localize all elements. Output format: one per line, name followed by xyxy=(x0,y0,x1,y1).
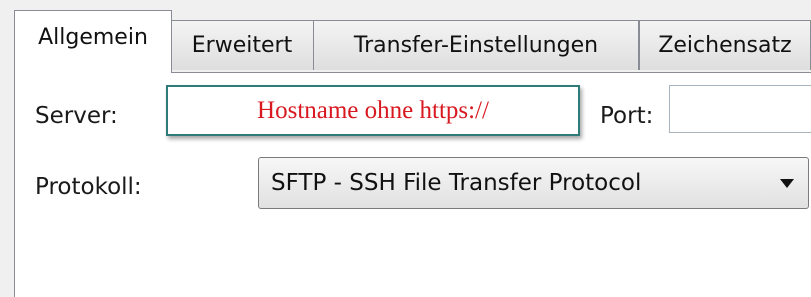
tab-transfer-einstellungen[interactable]: Transfer-Einstellungen xyxy=(313,20,639,70)
tab-allgemein[interactable]: Allgemein xyxy=(14,10,172,73)
protocol-label: Protokoll: xyxy=(35,174,142,200)
tab-strip: Allgemein Erweitert Transfer-Einstellung… xyxy=(0,0,811,74)
chevron-down-icon[interactable] xyxy=(780,179,794,188)
tab-panel-allgemein: Server: Hostname ohne https:// Port: Pro… xyxy=(14,72,811,297)
port-input[interactable] xyxy=(669,85,811,133)
server-label: Server: xyxy=(35,103,118,129)
tab-zeichensatz[interactable]: Zeichensatz xyxy=(639,20,811,70)
site-settings-dialog: Allgemein Erweitert Transfer-Einstellung… xyxy=(0,0,811,297)
protocol-select[interactable]: SFTP - SSH File Transfer Protocol xyxy=(258,157,809,209)
tab-erweitert[interactable]: Erweitert xyxy=(170,20,314,70)
port-label: Port: xyxy=(600,103,654,129)
protocol-selected-value: SFTP - SSH File Transfer Protocol xyxy=(271,170,642,196)
server-input[interactable]: Hostname ohne https:// xyxy=(166,85,580,136)
